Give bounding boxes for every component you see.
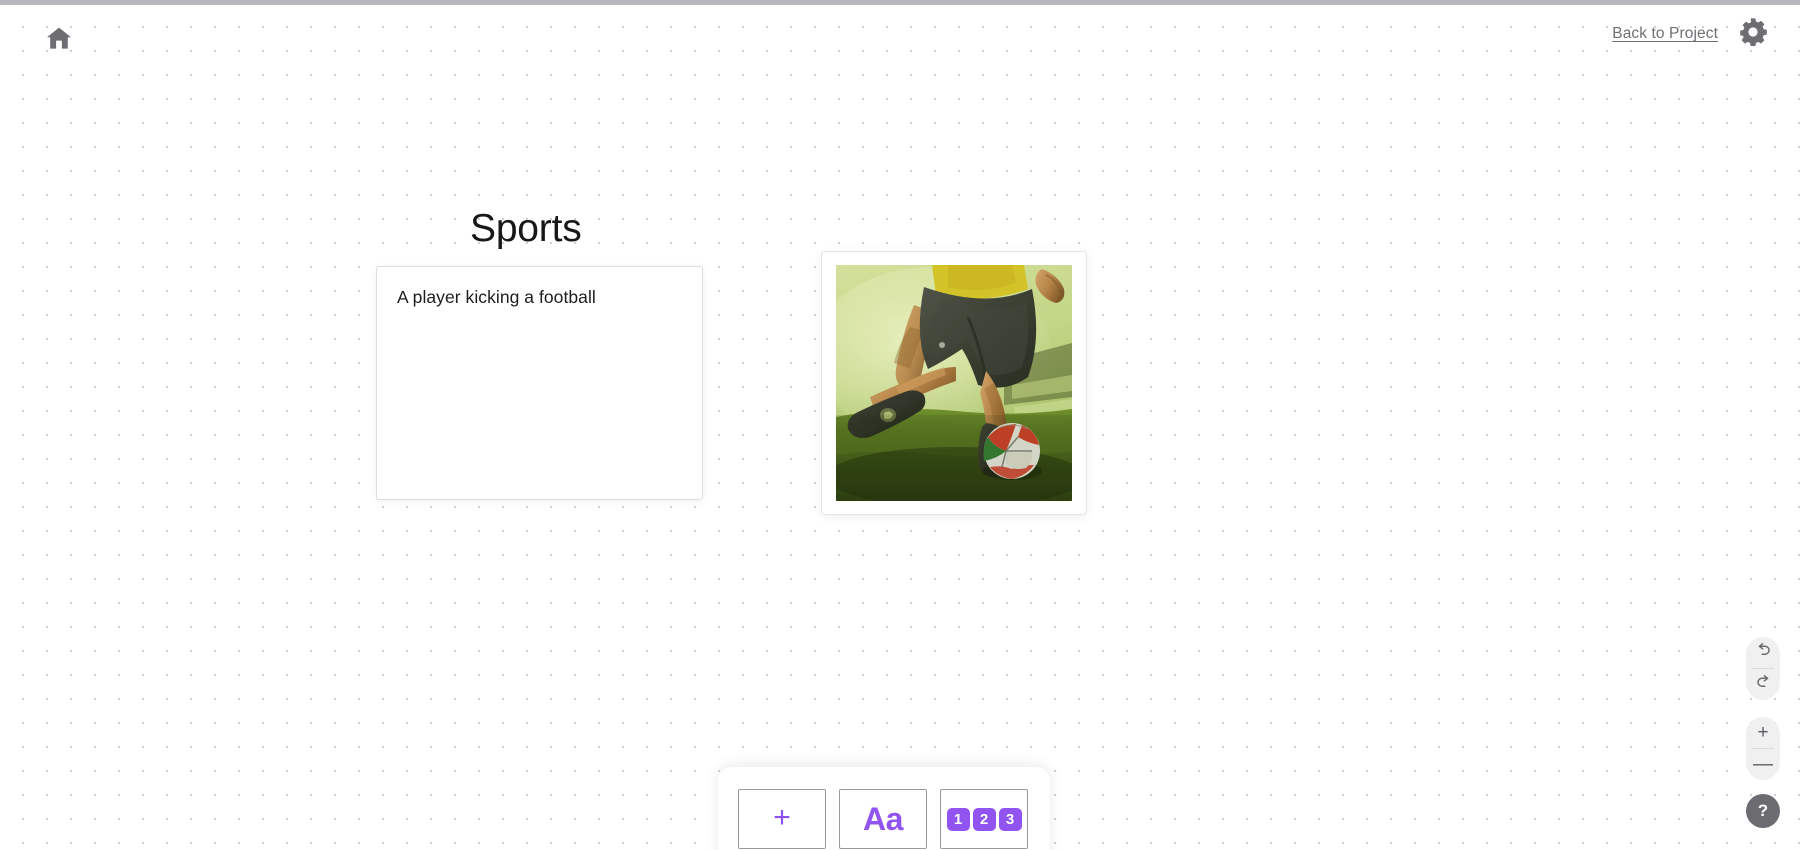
plus-icon: + (773, 800, 791, 834)
text-element-content: A player kicking a football (397, 287, 596, 307)
slide-canvas[interactable]: Back to Project Sports A player kicking … (0, 5, 1800, 850)
zoom-controls: + — (1746, 717, 1780, 780)
home-button[interactable] (42, 21, 76, 55)
element-toolbar: + Aa 1 2 3 (718, 767, 1050, 850)
number-chip-2: 2 (972, 807, 996, 831)
add-number-list-button[interactable]: 1 2 3 (940, 789, 1028, 849)
header-actions: Back to Project (1612, 17, 1770, 51)
number-chip-3: 3 (998, 807, 1022, 831)
number-chip-1: 1 (946, 807, 970, 831)
redo-icon (1755, 674, 1772, 696)
settings-button[interactable] (1736, 17, 1770, 51)
undo-button[interactable] (1746, 637, 1780, 668)
text-icon: Aa (863, 801, 903, 837)
help-button[interactable]: ? (1746, 794, 1780, 828)
football-player-kicking-photo (836, 265, 1072, 501)
undo-icon (1755, 642, 1772, 664)
zoom-in-button[interactable]: + (1746, 717, 1780, 748)
add-element-button[interactable]: + (738, 789, 826, 849)
history-controls (1746, 637, 1780, 700)
redo-button[interactable] (1746, 669, 1780, 700)
minus-icon: — (1753, 752, 1773, 775)
back-to-project-link[interactable]: Back to Project (1612, 25, 1718, 43)
question-mark-icon: ? (1757, 801, 1769, 820)
gear-icon (1738, 17, 1768, 52)
image-element-card[interactable] (821, 251, 1087, 515)
zoom-out-button[interactable]: — (1746, 749, 1780, 780)
text-element-card[interactable]: A player kicking a football (376, 266, 703, 500)
add-text-button[interactable]: Aa (839, 789, 927, 849)
plus-icon: + (1757, 722, 1769, 743)
number-list-icon: 1 2 3 (946, 807, 1022, 831)
window-title-bar (0, 0, 1800, 5)
home-icon (46, 26, 72, 50)
slide-title[interactable]: Sports (470, 207, 582, 251)
